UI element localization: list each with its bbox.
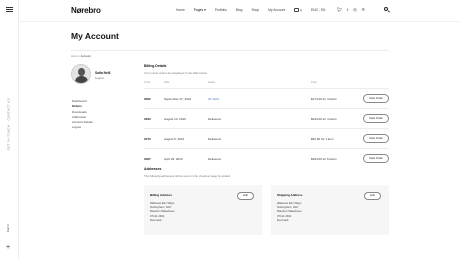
edit-billing-address-button[interactable]: Edit — [237, 192, 254, 200]
nav-item-portfolio[interactable]: Portfolio — [215, 8, 227, 13]
avatar — [71, 64, 91, 84]
table-row: #062 September 27, 2016 On hold $174.00 … — [144, 88, 389, 108]
site-logo[interactable]: Nørebro — [71, 6, 101, 15]
user-logout-link[interactable]: Logout — [95, 76, 104, 80]
nav-item-my-account[interactable]: My Account — [268, 8, 285, 13]
view-order-button[interactable]: View Order — [363, 114, 389, 123]
breadcrumb-home[interactable]: Home — [71, 54, 78, 58]
social-links: 🐦︎ f ◎ ℗ — [337, 7, 365, 12]
nav-item-home[interactable]: Home — [176, 8, 185, 13]
account-menu-logout[interactable]: Logout — [72, 125, 93, 130]
table-row: #070 August 5, 2016 Delivered $52.00 for… — [144, 128, 389, 148]
view-order-button[interactable]: View Order — [363, 154, 389, 163]
breadcrumb-current: Account — [80, 54, 91, 58]
orders-header-order: Order — [144, 81, 151, 84]
cart-count: 0 — [300, 8, 302, 13]
table-row: #067 April 29, 2016 Delivered $364.00 fo… — [144, 148, 389, 168]
instagram-icon[interactable]: ◎ — [353, 7, 357, 12]
account-menu: Dashboard Orders Downloads Addresses Acc… — [72, 99, 93, 131]
billing-address-title: Billing Address — [150, 193, 172, 197]
order-date: April 29, 2016 — [164, 157, 183, 161]
left-sidebar: Get in touch · Contact us Cart 0 + — [0, 0, 19, 259]
orders-header-total: Total — [311, 81, 317, 84]
shipping-address-card: Shipping Address Edit Wabeant Elm Ways N… — [271, 185, 389, 235]
plus-icon[interactable]: + — [6, 244, 10, 251]
order-total: $234.00 for 4 items — [311, 117, 337, 121]
order-number[interactable]: #070 — [144, 137, 151, 141]
order-total: $52.00 for 1 item — [311, 137, 334, 141]
page-title: My Account — [71, 31, 119, 41]
orders-section-title: Billing Details — [144, 64, 167, 68]
language-divider: | — [319, 8, 320, 12]
avatar-body — [75, 76, 88, 83]
order-status: Delivered — [208, 137, 221, 141]
facebook-icon[interactable]: f — [347, 7, 348, 12]
order-number[interactable]: #063 — [144, 117, 151, 121]
billing-address-lines: Wabeant Elm Ways Nottingham, NG7 Raindon… — [150, 201, 175, 222]
sidebar-vertical-label: Get in touch · Contact us — [7, 97, 11, 151]
shipping-address-lines: Wabeant Elm Ways Nottingham, NG7 Raindon… — [277, 201, 302, 222]
language-alt: EN — [320, 8, 326, 12]
order-status: Delivered — [208, 157, 221, 161]
orders-header-date: Date — [164, 81, 170, 84]
address-line: Denmark — [150, 217, 162, 222]
address-line: Denmark — [277, 217, 289, 222]
cart-icon — [294, 7, 300, 12]
sidebar-vertical-text: Get in touch · Contact us — [3, 94, 15, 154]
pinterest-icon[interactable]: ℗ — [362, 7, 365, 12]
title-divider — [71, 50, 389, 51]
chevron-down-icon: ▾ — [204, 8, 206, 12]
addresses-section-title: Addresses — [144, 167, 162, 171]
address-line: Raindon Waterheen — [277, 209, 302, 214]
billing-address-card: Billing Address Edit Wabeant Elm Ways No… — [144, 185, 262, 235]
order-number[interactable]: #067 — [144, 157, 151, 161]
orders-header-status: Status — [208, 81, 216, 84]
language-switcher[interactable]: ENG | EN — [311, 8, 325, 13]
nav-item-blog[interactable]: Blog — [236, 8, 243, 13]
search-icon[interactable] — [384, 7, 388, 11]
main-nav: Home Pages ▾ Portfolio Blog Shop My Acco… — [176, 7, 325, 13]
view-order-button[interactable]: View Order — [363, 134, 389, 143]
address-line: Raindon Waterheen — [150, 209, 175, 214]
order-date: August 13, 2016 — [164, 117, 186, 121]
order-date: August 5, 2016 — [164, 137, 185, 141]
sidebar-cart-link[interactable]: Cart 0 — [6, 224, 10, 232]
table-row: #063 August 13, 2016 Delivered $234.00 f… — [144, 108, 389, 128]
user-name: Sofia Nelli — [95, 71, 111, 75]
order-status: On hold — [208, 97, 219, 101]
menu-icon[interactable] — [6, 7, 13, 12]
addresses-section-subtitle: The following addresses will be used on … — [144, 174, 231, 178]
avatar-head — [78, 68, 85, 76]
breadcrumb: Home / Account — [71, 54, 91, 58]
order-total: $364.00 for 6 items — [311, 157, 337, 161]
shipping-address-title: Shipping Address — [277, 193, 303, 197]
language-current: ENG — [310, 8, 319, 12]
order-total: $174.00 for 4 items — [311, 97, 337, 101]
order-status: Delivered — [208, 117, 221, 121]
edit-shipping-address-button[interactable]: Edit — [364, 192, 381, 200]
twitter-icon[interactable]: 🐦︎ — [337, 7, 342, 12]
orders-section-subtitle: Your recent orders are displayed in the … — [144, 71, 208, 75]
header-cart[interactable]: 0 — [294, 7, 302, 13]
nav-item-pages[interactable]: Pages ▾ — [194, 8, 206, 13]
nav-item-shop[interactable]: Shop — [251, 8, 259, 13]
order-number[interactable]: #062 — [144, 97, 151, 101]
view-order-button[interactable]: View Order — [363, 94, 389, 103]
nav-item-pages-label: Pages — [193, 8, 204, 12]
order-date: September 27, 2016 — [164, 97, 192, 101]
